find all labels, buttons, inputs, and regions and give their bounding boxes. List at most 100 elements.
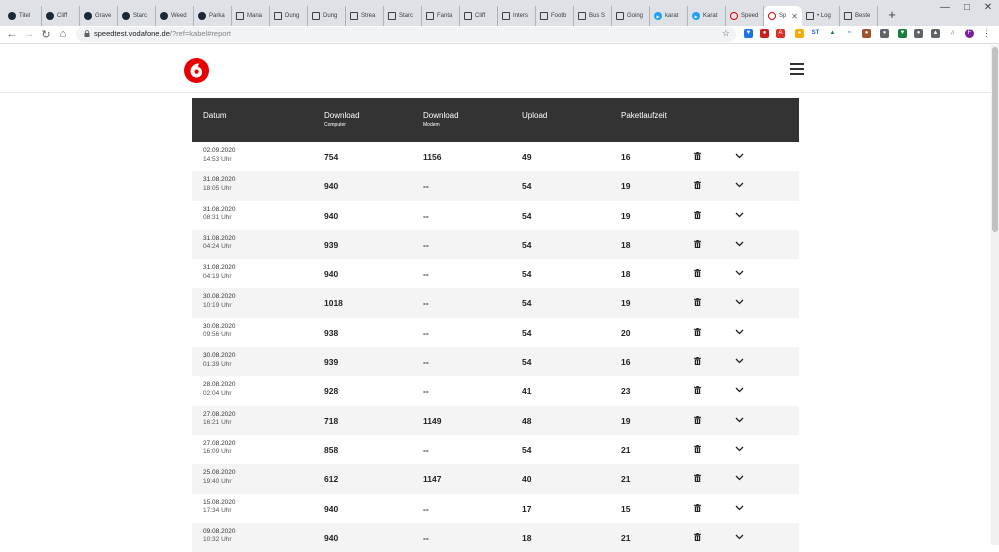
browser-tab[interactable]: Grave — [80, 6, 118, 26]
trash-icon[interactable] — [694, 357, 701, 366]
chevron-down-icon[interactable] — [735, 532, 744, 541]
chevron-down-icon[interactable] — [735, 180, 744, 189]
browser-tab[interactable]: • Log — [802, 6, 840, 26]
hamburger-menu-icon[interactable] — [790, 63, 804, 75]
vodafone-logo[interactable] — [184, 58, 209, 83]
trash-icon[interactable] — [694, 239, 701, 248]
table-row[interactable]: 31.08.2020 04:24 Uhr 939 -- 54 18 — [192, 229, 799, 260]
trash-icon[interactable] — [694, 503, 701, 512]
browser-tab[interactable]: Dung — [308, 6, 346, 26]
reload-icon[interactable]: ↻ — [39, 28, 53, 41]
browser-tab[interactable]: Bus S — [574, 6, 612, 26]
browser-tab[interactable]: Cliff — [460, 6, 498, 26]
home-icon[interactable]: ⌂ — [56, 28, 70, 40]
trash-icon[interactable] — [694, 444, 701, 453]
trash-icon[interactable] — [694, 210, 701, 219]
trash-icon[interactable] — [694, 415, 701, 424]
chevron-down-icon[interactable] — [735, 415, 744, 424]
trash-icon[interactable] — [694, 181, 701, 190]
extension-icon[interactable]: ▼ — [898, 29, 907, 38]
chevron-down-icon[interactable] — [735, 385, 744, 394]
table-row[interactable]: 28.08.2020 02:04 Uhr 928 -- 41 23 — [192, 376, 799, 405]
new-tab-button[interactable]: + — [885, 8, 899, 22]
trash-icon[interactable] — [694, 532, 701, 541]
adblock-icon[interactable]: A — [776, 29, 785, 38]
scrollbar-thumb[interactable] — [992, 47, 998, 232]
extension-icon[interactable]: ● — [914, 29, 923, 38]
chevron-down-icon[interactable] — [735, 297, 744, 306]
maximize-button[interactable]: □ — [957, 2, 977, 13]
table-row[interactable]: 30.08.2020 10:19 Uhr 1018 -- 54 19 — [192, 288, 799, 318]
shield-extension-icon[interactable]: ▼ — [744, 29, 753, 38]
bookmark-star-icon[interactable]: ☆ — [722, 28, 730, 39]
menu-kebab-icon[interactable]: ⋮ — [982, 29, 991, 38]
test-date: 15.08.2020 — [203, 498, 236, 506]
browser-tab[interactable]: Dung — [270, 6, 308, 26]
profile-avatar[interactable]: F — [965, 29, 974, 38]
chevron-down-icon[interactable] — [735, 503, 744, 512]
trash-icon[interactable] — [694, 386, 701, 395]
extension-icon[interactable]: ● — [795, 29, 804, 38]
browser-tab[interactable]: Beste — [840, 6, 878, 26]
chevron-down-icon[interactable] — [735, 444, 744, 453]
table-row[interactable]: 27.08.2020 16:09 Uhr 858 -- 54 21 — [192, 435, 799, 464]
extension-icon[interactable]: ▲ — [828, 29, 837, 38]
extension-icon[interactable]: ST — [811, 29, 820, 38]
play-icon: ▶ — [654, 12, 662, 20]
media-control-icon[interactable]: ♫ — [948, 29, 957, 38]
browser-tab[interactable]: Starc — [118, 6, 156, 26]
browser-tab[interactable]: Inters — [498, 6, 536, 26]
trash-icon[interactable] — [694, 152, 701, 160]
browser-tab[interactable]: Footb — [536, 6, 574, 26]
chevron-down-icon[interactable] — [735, 239, 744, 248]
browser-tab[interactable]: Titel — [4, 6, 42, 26]
extensions-puzzle-icon[interactable]: ▲ — [931, 29, 940, 38]
browser-tab[interactable]: ▶ karat — [650, 6, 688, 26]
chevron-down-icon[interactable] — [735, 473, 744, 482]
trash-icon[interactable] — [694, 327, 701, 336]
browser-tab[interactable]: Parka — [194, 6, 232, 26]
extension-icon[interactable]: ≈ — [845, 29, 854, 38]
browser-tab[interactable]: Cliff — [42, 6, 80, 26]
table-row[interactable]: 09.08.2020 10:32 Uhr 940 -- 18 21 — [192, 522, 799, 552]
extension-icon[interactable]: ● — [880, 29, 889, 38]
chevron-down-icon[interactable] — [735, 356, 744, 365]
browser-tab[interactable]: Going — [612, 6, 650, 26]
table-row[interactable]: 15.08.2020 17:34 Uhr 940 -- 17 15 — [192, 494, 799, 523]
table-row[interactable]: 31.08.2020 18:05 Uhr 940 -- 54 19 — [192, 171, 799, 201]
table-row[interactable]: 30.08.2020 09:56 Uhr 938 -- 54 20 — [192, 318, 799, 347]
trash-icon[interactable] — [694, 298, 701, 307]
table-row[interactable]: 25.08.2020 19:40 Uhr 612 1147 40 21 — [192, 464, 799, 494]
browser-tab[interactable]: Strea — [346, 6, 384, 26]
cell-download-computer: 612 — [324, 474, 339, 485]
table-row[interactable]: 31.08.2020 08:31 Uhr 940 -- 54 19 — [192, 201, 799, 230]
browser-tab[interactable]: Mana — [232, 6, 270, 26]
browser-tab[interactable]: Speed — [726, 6, 764, 26]
browser-tab[interactable]: Starc — [384, 6, 422, 26]
back-arrow-icon[interactable]: ← — [5, 28, 19, 40]
minimize-button[interactable]: — — [935, 2, 955, 13]
web-icon — [578, 12, 586, 20]
browser-tab[interactable]: Fanta — [422, 6, 460, 26]
chevron-down-icon[interactable] — [735, 327, 744, 336]
table-row[interactable]: 27.08.2020 16:21 Uhr 718 1149 48 19 — [192, 405, 799, 435]
table-row[interactable]: 30.08.2020 01:39 Uhr 939 -- 54 16 — [192, 347, 799, 377]
table-row[interactable]: 31.08.2020 04:19 Uhr 940 -- 54 18 — [192, 259, 799, 288]
table-row[interactable]: 02.09.2020 14:53 Uhr 754 1156 49 16 — [192, 142, 799, 171]
cell-latency: 18 — [621, 269, 631, 280]
extension-icon[interactable]: ● — [760, 29, 769, 38]
trash-icon[interactable] — [694, 474, 701, 483]
address-bar[interactable]: speedtest.vodafone.de/?ref=kabel#report … — [76, 27, 736, 42]
chevron-down-icon[interactable] — [735, 268, 744, 277]
extension-icon[interactable]: ● — [862, 29, 871, 38]
close-tab-icon[interactable]: ✕ — [791, 12, 798, 21]
trash-icon[interactable] — [694, 269, 701, 278]
browser-tab[interactable]: Sp ✕ — [764, 6, 802, 26]
chevron-down-icon[interactable] — [735, 210, 744, 219]
column-header-download-modem: Download Modem — [423, 111, 459, 128]
chevron-down-icon[interactable] — [735, 151, 744, 160]
browser-tab[interactable]: ▶ Karat — [688, 6, 726, 26]
forward-arrow-icon[interactable]: → — [22, 28, 36, 40]
close-window-button[interactable]: ✕ — [978, 2, 998, 13]
browser-tab[interactable]: Weed — [156, 6, 194, 26]
